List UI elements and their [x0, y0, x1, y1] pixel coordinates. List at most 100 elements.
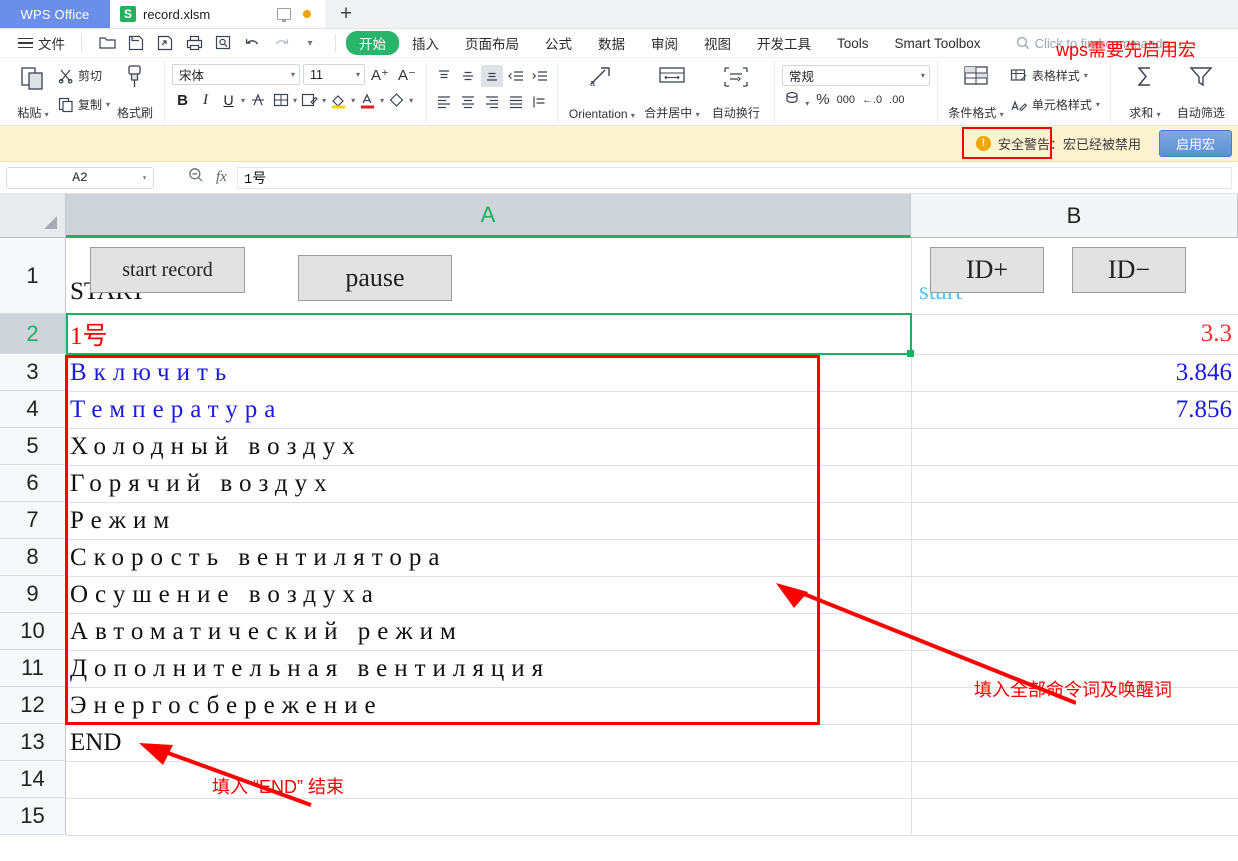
font-size-select[interactable]: 11 ▾	[303, 64, 365, 85]
tab-insert[interactable]: 插入	[399, 31, 452, 55]
font-color-icon[interactable]	[357, 89, 378, 111]
select-all-corner[interactable]	[0, 194, 66, 238]
tab-data[interactable]: 数据	[585, 31, 638, 55]
format-painter-button[interactable]: 格式刷	[113, 61, 157, 121]
table-style-button[interactable]: 表格样式 ▾	[1007, 66, 1103, 85]
cell-a5[interactable]: Холодный воздух	[66, 428, 366, 465]
percent-format-button[interactable]: %	[816, 91, 829, 108]
insert-function-icon[interactable]: fx	[216, 169, 227, 186]
font-color-dropdown-icon[interactable]: ▾	[380, 96, 384, 105]
id-minus-button[interactable]: ID−	[1072, 247, 1186, 293]
open-icon[interactable]	[94, 31, 120, 55]
tab-page-layout[interactable]: 页面布局	[452, 31, 532, 55]
cell-a13[interactable]: END	[66, 724, 125, 761]
print-preview-icon[interactable]	[210, 31, 236, 55]
cell-a12[interactable]: Энергосбережение	[66, 687, 387, 724]
tab-developer[interactable]: 开发工具	[744, 31, 824, 55]
underline-dropdown-icon[interactable]: ▾	[241, 96, 245, 105]
row-header-15[interactable]: 15	[0, 798, 66, 835]
decrease-decimal-button[interactable]: .00	[889, 94, 904, 106]
cell-b2[interactable]: 3.3	[911, 314, 1236, 354]
tab-review[interactable]: 审阅	[638, 31, 691, 55]
zoom-out-icon[interactable]	[188, 167, 204, 188]
borders-dropdown-icon[interactable]: ▾	[293, 96, 297, 105]
row-header-4[interactable]: 4	[0, 391, 66, 428]
row-header-9[interactable]: 9	[0, 576, 66, 613]
copy-button[interactable]: 复制 ▾	[55, 95, 113, 114]
row-header-10[interactable]: 10	[0, 613, 66, 650]
formula-input[interactable]: 1号	[237, 167, 1232, 189]
cell-a6[interactable]: Горячий воздух	[66, 465, 338, 502]
tab-view[interactable]: 视图	[691, 31, 744, 55]
row-header-12[interactable]: 12	[0, 687, 66, 724]
increase-decimal-button[interactable]: ←.0	[862, 94, 882, 106]
align-left-icon[interactable]	[433, 91, 455, 113]
cell-a3[interactable]: Включить	[66, 354, 237, 391]
row-header-5[interactable]: 5	[0, 428, 66, 465]
cell-b4[interactable]: 7.856	[911, 391, 1236, 428]
file-menu-button[interactable]: 文件	[8, 33, 75, 53]
enable-macro-button[interactable]: 启用宏	[1159, 130, 1232, 157]
row-header-6[interactable]: 6	[0, 465, 66, 502]
id-plus-button[interactable]: ID+	[930, 247, 1044, 293]
increase-indent-icon[interactable]	[529, 65, 551, 87]
redo-icon[interactable]	[268, 31, 294, 55]
qat-more-icon[interactable]: ▾	[297, 31, 323, 55]
conditional-format-button[interactable]: 条件格式 ▾	[945, 61, 1007, 121]
increase-font-size-button[interactable]: A⁺	[368, 66, 392, 84]
align-top-icon[interactable]	[433, 65, 455, 87]
row-header-2[interactable]: 2	[0, 314, 66, 354]
number-format-select[interactable]: 常规 ▾	[782, 65, 930, 86]
paste-button[interactable]: 粘贴 ▾	[11, 61, 55, 121]
name-box-dropdown-icon[interactable]: ▾	[142, 173, 147, 183]
autofilter-button[interactable]: 自动筛选	[1172, 61, 1230, 121]
decrease-indent-icon[interactable]	[505, 65, 527, 87]
undo-icon[interactable]	[239, 31, 265, 55]
wps-office-badge[interactable]: WPS Office	[0, 0, 110, 28]
justify-icon[interactable]	[505, 91, 527, 113]
strikethrough-icon[interactable]	[247, 89, 268, 111]
cell-style-button[interactable]: 单元格样式 ▾	[1007, 95, 1103, 114]
cut-button[interactable]: 剪切	[55, 66, 113, 85]
align-bottom-icon[interactable]	[481, 65, 503, 87]
column-header-a[interactable]: A	[66, 194, 911, 238]
column-header-b[interactable]: B	[911, 194, 1238, 238]
underline-button[interactable]: U	[218, 89, 239, 111]
cell-a8[interactable]: Скорость вентилятора	[66, 539, 450, 576]
cell-a11[interactable]: Дополнительная вентиляция	[66, 650, 554, 687]
autosum-button[interactable]: 求和 ▾	[1118, 61, 1172, 121]
tab-formula[interactable]: 公式	[532, 31, 585, 55]
row-header-3[interactable]: 3	[0, 354, 66, 391]
orientation-button[interactable]: a Orientation ▾	[565, 61, 639, 121]
new-tab-button[interactable]: +	[325, 0, 367, 28]
pause-button[interactable]: pause	[298, 255, 452, 301]
tab-tools[interactable]: Tools	[824, 34, 882, 53]
print-icon[interactable]	[181, 31, 207, 55]
row-header-7[interactable]: 7	[0, 502, 66, 539]
tab-smart-toolbox[interactable]: Smart Toolbox	[882, 34, 994, 53]
align-right-icon[interactable]	[481, 91, 503, 113]
font-family-select[interactable]: 宋体 ▾	[172, 64, 300, 85]
currency-format-icon[interactable]: ▾	[784, 90, 809, 109]
row-header-8[interactable]: 8	[0, 539, 66, 576]
align-middle-icon[interactable]	[457, 65, 479, 87]
distributed-align-icon[interactable]	[529, 91, 551, 113]
comma-format-button[interactable]: 000	[837, 94, 855, 106]
clear-format-dropdown-icon[interactable]: ▾	[409, 96, 413, 105]
save-icon[interactable]	[123, 31, 149, 55]
name-box[interactable]: A2 ▾	[6, 167, 154, 189]
row-header-13[interactable]: 13	[0, 724, 66, 761]
cell-a9[interactable]: Осушение воздуха	[66, 576, 384, 613]
document-tab[interactable]: S record.xlsm	[110, 0, 325, 28]
fill-color-dropdown-icon[interactable]: ▾	[351, 96, 355, 105]
decrease-font-size-button[interactable]: A⁻	[395, 66, 419, 84]
start-record-button[interactable]: start record	[90, 247, 245, 293]
borders-icon[interactable]	[270, 89, 291, 111]
cell-a4[interactable]: Температура	[66, 391, 286, 428]
align-center-icon[interactable]	[457, 91, 479, 113]
clear-format-icon[interactable]	[386, 89, 407, 111]
merge-center-button[interactable]: 合并居中 ▾	[639, 61, 705, 121]
monitor-icon[interactable]	[277, 8, 291, 20]
cell-a10[interactable]: Автоматический режим	[66, 613, 467, 650]
cell-effects-dropdown-icon[interactable]: ▾	[322, 96, 326, 105]
